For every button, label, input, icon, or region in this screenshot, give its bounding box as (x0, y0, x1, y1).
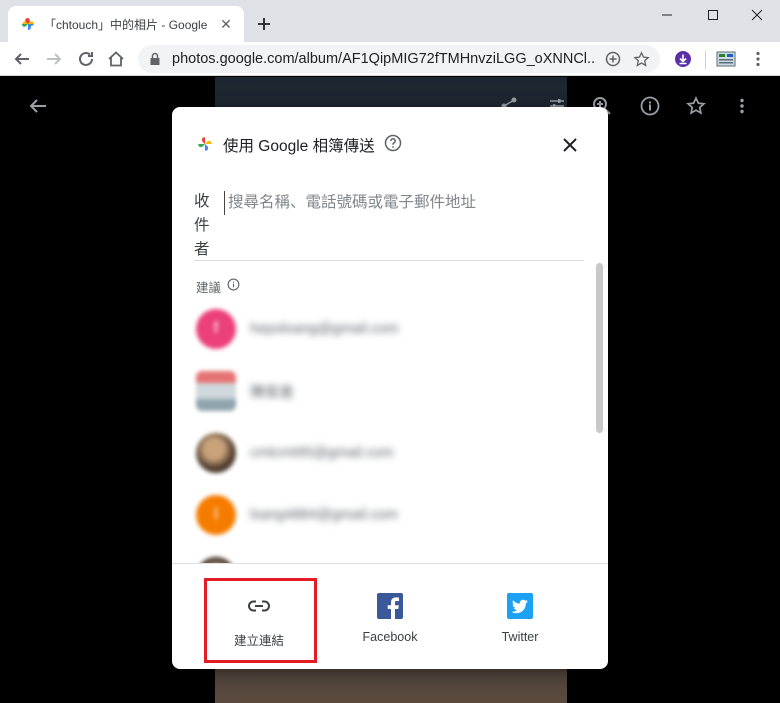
tab-title: 「chtouch」中的相片 - Google (44, 17, 208, 32)
browser-tab[interactable]: 「chtouch」中的相片 - Google ✕ (8, 6, 244, 42)
facebook-icon (377, 593, 403, 619)
tab-strip: 「chtouch」中的相片 - Google ✕ (0, 0, 780, 42)
share-dialog: 使用 Google 相簿傳送 收件者 建議 f hepoloang@gmail.… (172, 107, 608, 669)
contact-item[interactable]: cmtcmt95@gmail.com (196, 431, 586, 475)
viewer-info-button[interactable] (636, 92, 664, 120)
back-button[interactable] (8, 45, 36, 73)
info-icon (640, 96, 660, 116)
dialog-header: 使用 Google 相簿傳送 (172, 107, 608, 179)
maximize-icon (708, 10, 718, 20)
add-to-bar-button[interactable] (602, 48, 624, 70)
create-link-label: 建立連結 (233, 634, 284, 648)
close-icon (751, 9, 763, 21)
contact-item[interactable]: l lsang4884@gmail.com (196, 493, 586, 537)
more-vertical-icon (756, 51, 760, 67)
reload-button[interactable] (72, 45, 100, 73)
viewer-back-button[interactable] (24, 92, 52, 120)
avatar: l (196, 495, 236, 535)
close-icon (563, 138, 577, 152)
star-icon (686, 96, 706, 115)
link-icon (248, 600, 270, 612)
avatar (196, 433, 236, 473)
url-text: photos.google.com/album/AF1QipMIG72fTMHn… (172, 51, 596, 67)
minimize-icon (662, 14, 672, 16)
tab-close-icon[interactable]: ✕ (218, 16, 234, 32)
home-icon (108, 51, 124, 67)
contact-list: f hepoloang@gmail.com 陳俊進 cmtcmt95@gmail… (172, 297, 596, 563)
browser-toolbar: photos.google.com/album/AF1QipMIG72fTMHn… (0, 42, 780, 76)
reload-icon (79, 51, 93, 66)
recipients-label: 收件者 (194, 193, 210, 258)
download-extension-button[interactable] (671, 47, 695, 71)
contact-item[interactable]: 陳俊進 (196, 369, 586, 413)
download-icon (675, 51, 691, 67)
new-tab-button[interactable] (252, 12, 276, 36)
help-icon[interactable] (384, 134, 402, 152)
minimize-button[interactable] (644, 0, 690, 30)
contact-name: cmtcmt95@gmail.com (250, 445, 394, 461)
contact-item[interactable]: f hepoloang@gmail.com (196, 307, 586, 351)
viewer-more-button[interactable] (728, 92, 756, 120)
arrow-left-icon (14, 53, 29, 65)
extension-button[interactable] (714, 47, 738, 71)
dialog-divider (172, 563, 608, 564)
more-vertical-icon (740, 98, 744, 114)
star-icon (632, 50, 650, 67)
recipients-input[interactable] (224, 191, 584, 215)
home-button[interactable] (102, 45, 130, 73)
twitter-share-button[interactable]: Twitter (465, 579, 575, 653)
dialog-title: 使用 Google 相簿傳送 (223, 138, 375, 155)
facebook-share-button[interactable]: Facebook (335, 579, 445, 653)
contact-name: hepoloang@gmail.com (250, 321, 399, 337)
arrow-left-icon (29, 99, 46, 113)
avatar (196, 371, 236, 411)
plus-icon (258, 18, 270, 30)
contact-item[interactable] (196, 555, 586, 563)
address-bar[interactable]: photos.google.com/album/AF1QipMIG72fTMHn… (138, 45, 660, 73)
info-icon[interactable] (227, 278, 240, 291)
viewer-favorite-button[interactable] (682, 92, 710, 120)
suggestions-label: 建議 (196, 281, 222, 295)
twitter-icon (507, 593, 533, 619)
forward-button[interactable] (40, 45, 68, 73)
arrow-right-icon (47, 53, 62, 65)
bookmark-button[interactable] (630, 48, 652, 70)
lock-icon (150, 52, 160, 65)
dialog-close-button[interactable] (558, 133, 582, 157)
twitter-label: Twitter (501, 630, 539, 644)
grid-extension-icon (716, 51, 736, 67)
create-link-button[interactable]: 建立連結 (204, 579, 314, 653)
maximize-button[interactable] (690, 0, 736, 30)
facebook-label: Facebook (362, 630, 418, 644)
plus-circle-icon (605, 51, 621, 67)
chrome-menu-button[interactable] (746, 47, 770, 71)
recipients-underline (194, 260, 584, 261)
avatar: f (196, 309, 236, 349)
toolbar-separator (705, 51, 706, 69)
contact-name: lsang4884@gmail.com (250, 507, 398, 523)
scrollbar-thumb[interactable] (596, 263, 603, 433)
google-photos-icon (22, 18, 34, 30)
google-photos-icon (198, 137, 212, 151)
contact-name: 陳俊進 (250, 384, 294, 401)
window-close-button[interactable] (734, 0, 780, 30)
